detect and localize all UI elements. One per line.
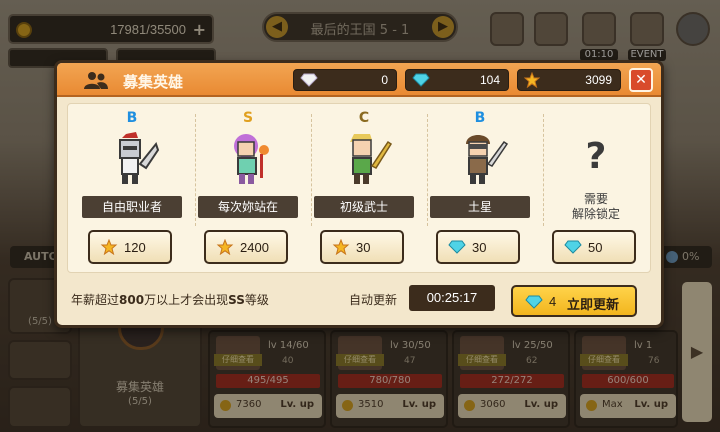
recruit-hero-dialog: 募集英雄 0 104 3099 ✕ B 自由职业者 120 S 每次妳站在 24… [54, 60, 664, 328]
blue-diamond-value: 104 [479, 73, 500, 87]
grade-label: S [242, 110, 254, 126]
hero-name: 初级武士 [314, 196, 414, 218]
hero-slot[interactable]: B 土星 30 [424, 108, 536, 268]
refresh-label: 立即更新 [567, 298, 620, 313]
star-icon [216, 239, 234, 255]
blue-diamond-icon [564, 240, 582, 254]
people-icon [84, 72, 108, 89]
blue-diamond-icon [525, 295, 543, 309]
dialog-title: 募集英雄 [123, 73, 184, 91]
hero-name: 土星 [430, 196, 530, 218]
buy-hero-button[interactable]: 120 [88, 230, 172, 264]
white-diamond-icon [300, 73, 318, 87]
unlock-text-line1: 需要 [583, 192, 608, 206]
recruit-note: 年薪超过800万以上才会出现SS等级 [71, 291, 269, 308]
price-value: 30 [472, 240, 487, 255]
price-value: 2400 [240, 240, 269, 255]
star-counter: 3099 [517, 69, 621, 91]
warrior-hero-sprite [350, 134, 392, 184]
note-pre: 年薪超过 [71, 293, 120, 307]
grade-label: B [474, 110, 486, 126]
locked-hero-slot[interactable]: ? 需要 解除锁定 50 [540, 108, 652, 268]
buy-hero-button[interactable]: 30 [320, 230, 404, 264]
blue-diamond-icon [448, 240, 466, 254]
price-value: 30 [356, 240, 371, 255]
mage-hero-sprite [234, 134, 269, 184]
hero-slot[interactable]: C 初级武士 30 [308, 108, 420, 268]
white-diamond-counter: 0 [293, 69, 397, 91]
knight-hero-sprite [119, 132, 160, 184]
note-highlight-grade: SS [228, 293, 245, 307]
unlock-text-line2: 解除锁定 [571, 207, 620, 221]
grade-label: B [126, 110, 138, 126]
price-value: 120 [124, 240, 146, 255]
grade-label: C [358, 110, 370, 126]
goggles-hero-sprite [466, 135, 508, 184]
blue-diamond-icon [412, 73, 430, 87]
question-mark-icon: ? [585, 136, 607, 177]
close-button[interactable]: ✕ [629, 68, 653, 92]
white-diamond-value: 0 [381, 73, 388, 87]
hero-slot-list: B 自由职业者 120 S 每次妳站在 2400 C 初级武士 30 B 土星 … [67, 103, 651, 273]
hero-slot[interactable]: S 每次妳站在 2400 [192, 108, 304, 268]
hero-slot[interactable]: B 自由职业者 120 [76, 108, 188, 268]
unlock-required-text: 需要 解除锁定 [540, 192, 652, 222]
hero-name: 自由职业者 [82, 196, 182, 218]
refresh-timer: 00:25:17 [409, 285, 495, 311]
refresh-now-button[interactable]: 4 立即更新 [511, 285, 637, 317]
buy-hero-button[interactable]: 30 [436, 230, 520, 264]
star-icon [524, 72, 540, 88]
star-icon [332, 239, 350, 255]
unlock-slot-button[interactable]: 50 [552, 230, 636, 264]
note-mid: 万以上才会出现 [144, 293, 229, 307]
note-highlight-amount: 800 [119, 293, 145, 307]
star-icon [100, 239, 118, 255]
price-value: 50 [588, 240, 603, 255]
buy-hero-button[interactable]: 2400 [204, 230, 288, 264]
auto-refresh-label: 自动更新 [349, 293, 398, 307]
hero-name: 每次妳站在 [198, 196, 298, 218]
refresh-cost: 4 [549, 294, 557, 309]
note-post: 等级 [244, 293, 269, 307]
star-value: 3099 [585, 73, 612, 87]
blue-diamond-counter: 104 [405, 69, 509, 91]
dialog-header: 募集英雄 0 104 3099 ✕ [57, 63, 661, 97]
